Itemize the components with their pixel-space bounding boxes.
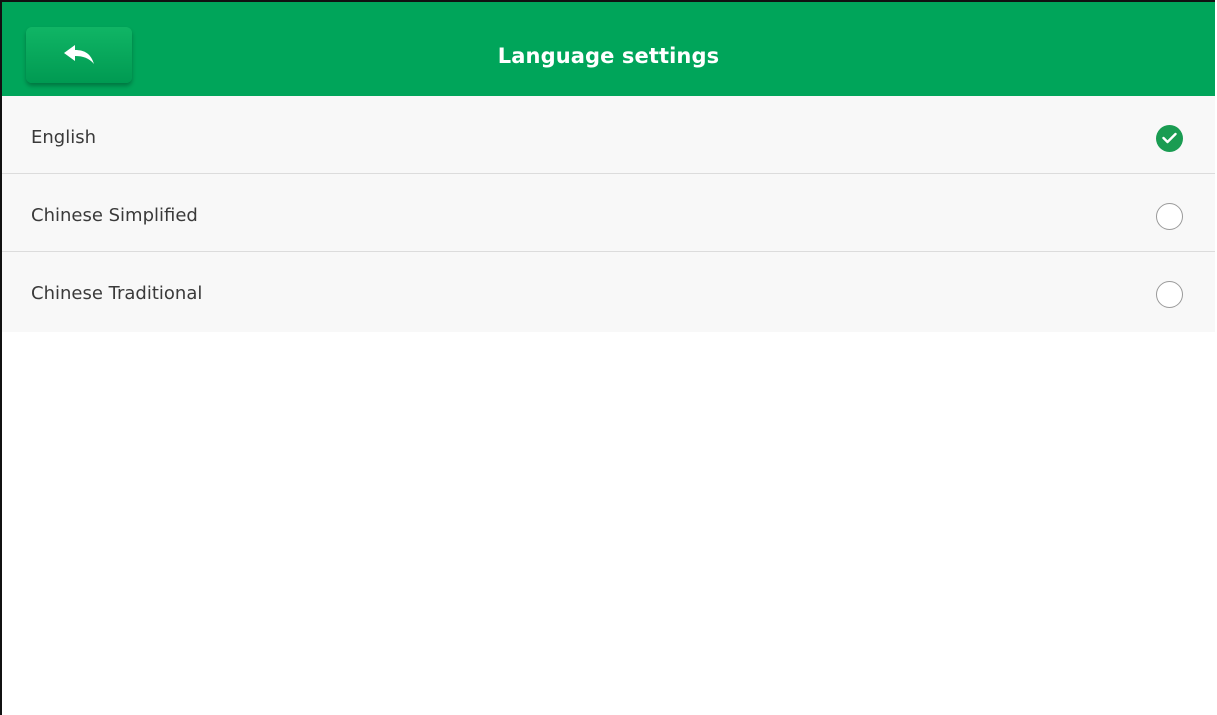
back-button[interactable] — [26, 27, 132, 83]
check-circle-icon[interactable] — [1156, 125, 1183, 152]
language-option-chinese-simplified[interactable]: Chinese Simplified — [2, 174, 1215, 252]
app-window: Language settings English Chinese Simpli… — [0, 0, 1215, 715]
radio-empty-icon[interactable] — [1156, 203, 1183, 230]
radio-empty-icon[interactable] — [1156, 281, 1183, 308]
header-bar: Language settings — [2, 2, 1215, 96]
language-option-english[interactable]: English — [2, 96, 1215, 174]
language-label: English — [31, 127, 96, 148]
language-label: Chinese Simplified — [31, 205, 198, 226]
page-title: Language settings — [497, 44, 720, 68]
checkmark-icon — [1162, 132, 1177, 144]
language-option-chinese-traditional[interactable]: Chinese Traditional — [2, 252, 1215, 332]
language-label: Chinese Traditional — [31, 283, 203, 304]
reply-arrow-icon — [64, 45, 94, 64]
language-list: English Chinese Simplified Chinese Tradi… — [2, 96, 1215, 332]
